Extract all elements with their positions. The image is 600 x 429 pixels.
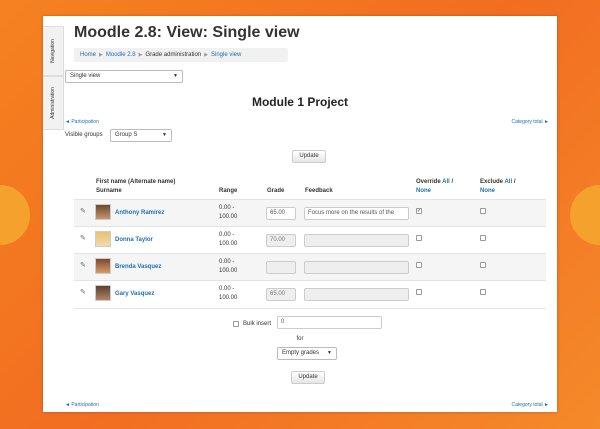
feedback-input[interactable]	[304, 234, 409, 247]
category-total-link-bottom[interactable]: Category total ►	[512, 402, 549, 408]
avatar	[95, 231, 111, 247]
edit-pencil-icon[interactable]: ✎	[80, 234, 86, 242]
feedback-column-header: Feedback	[305, 188, 333, 194]
exclude-none-link[interactable]: None	[480, 187, 515, 196]
bulk-insert-checkbox[interactable]	[233, 321, 239, 327]
range-from: 0.00 -	[219, 286, 235, 292]
feedback-input[interactable]	[304, 261, 409, 274]
participation-link-bottom[interactable]: ◄ Participation	[65, 402, 99, 408]
range-to: 100.00	[219, 268, 238, 274]
visible-groups-select[interactable]: Group S ▼	[110, 129, 172, 142]
grade-input[interactable]: 70.00	[266, 234, 296, 247]
override-column-header: Override All / None	[416, 178, 453, 196]
table-row: ✎ Anthony Ramirez 0.00 - 100.00 65.00 Foc…	[74, 199, 546, 227]
view-select-value: Single view	[70, 73, 101, 79]
breadcrumb-separator-icon: ▶	[138, 52, 143, 58]
breadcrumb-single-view[interactable]: Single view	[211, 52, 241, 58]
grade-range: 0.00 - 100.00	[219, 285, 237, 303]
range-column-header: Range	[219, 188, 238, 194]
exclude-column-header: Exclude All / None	[480, 178, 515, 196]
user-name-link[interactable]: Donna Taylor	[115, 237, 153, 243]
range-to: 100.00	[219, 214, 238, 220]
edit-pencil-icon[interactable]: ✎	[80, 288, 86, 296]
visible-groups-label: Visible groups	[65, 132, 103, 138]
override-checkbox[interactable]: ✓	[416, 208, 422, 214]
avatar	[95, 258, 111, 274]
grade-input[interactable]	[266, 261, 296, 274]
avatar	[95, 285, 111, 301]
grade-range: 0.00 - 100.00	[219, 258, 237, 276]
view-select[interactable]: Single view ▼	[65, 70, 183, 83]
moodle-page: Navigation Administration Moodle 2.8: Vi…	[43, 16, 557, 412]
breadcrumb-separator-icon: ▶	[204, 52, 208, 58]
edit-pencil-icon[interactable]: ✎	[80, 261, 86, 269]
range-to: 100.00	[219, 295, 238, 301]
feedback-input[interactable]	[304, 288, 409, 301]
exclude-slash: /	[513, 179, 516, 185]
range-from: 0.00 -	[219, 259, 235, 265]
name-header-line2[interactable]: Surname	[96, 187, 175, 196]
breadcrumb-separator-icon: ▶	[99, 52, 103, 58]
range-from: 0.00 -	[219, 205, 235, 211]
table-row: ✎ Gary Vasquez 0.00 - 100.00 65.00	[74, 280, 546, 309]
chevron-down-icon: ▼	[327, 350, 332, 356]
user-name-link[interactable]: Anthony Ramirez	[115, 210, 164, 216]
chevron-down-icon: ▼	[162, 132, 167, 138]
override-slash: /	[451, 179, 454, 185]
exclude-checkbox[interactable]	[480, 262, 486, 268]
range-from: 0.00 -	[219, 232, 235, 238]
bulk-for-label: for	[296, 336, 304, 342]
update-button-top[interactable]: Update	[292, 150, 326, 163]
table-row: ✎ Brenda Vasquez 0.00 - 100.00	[74, 253, 546, 281]
page-title: Moodle 2.8: View: Single view	[74, 24, 300, 41]
chevron-down-icon: ▼	[173, 73, 178, 79]
override-checkbox[interactable]	[416, 289, 422, 295]
update-button-bottom[interactable]: Update	[291, 371, 325, 384]
exclude-label: Exclude	[480, 179, 504, 185]
avatar	[95, 204, 111, 220]
override-checkbox[interactable]	[416, 262, 422, 268]
exclude-checkbox[interactable]	[480, 208, 486, 214]
background-circle-right	[570, 185, 600, 245]
bulk-insert-input[interactable]: 0	[277, 316, 382, 329]
bulk-for-value: Empty grades	[282, 350, 320, 356]
override-none-link[interactable]: None	[416, 187, 453, 196]
table-row: ✎ Donna Taylor 0.00 - 100.00 70.00	[74, 226, 546, 254]
override-checkbox[interactable]	[416, 235, 422, 241]
breadcrumb-grade-admin: Grade administration	[145, 52, 202, 58]
name-column-header: First name (Alternate name) Surname	[96, 178, 175, 196]
bulk-insert-label: Bulk insert	[243, 321, 272, 327]
dock-tab-navigation-label: Navigation	[50, 39, 56, 63]
checkmark-icon: ✓	[417, 208, 422, 214]
user-name-link[interactable]: Gary Vasquez	[115, 291, 154, 297]
breadcrumb: Home ▶ Moodle 2.8 ▶ Grade administration ▶ Sin…	[74, 48, 288, 62]
category-total-link[interactable]: Category total ►	[512, 119, 549, 125]
participation-link[interactable]: ◄ Participation	[65, 119, 99, 125]
exclude-all-link[interactable]: All	[504, 179, 512, 185]
dock-tab-navigation[interactable]: Navigation	[43, 26, 64, 76]
grade-item-heading: Module 1 Project	[251, 95, 349, 109]
override-all-link[interactable]: All	[442, 179, 450, 185]
breadcrumb-course[interactable]: Moodle 2.8	[106, 52, 136, 58]
name-header-line1[interactable]: First name (Alternate name)	[96, 178, 175, 187]
override-label: Override	[416, 179, 441, 185]
background-circle-left	[0, 185, 30, 245]
exclude-checkbox[interactable]	[480, 235, 486, 241]
edit-pencil-icon[interactable]: ✎	[80, 207, 86, 215]
feedback-input[interactable]: Focus more on the results of the	[304, 207, 409, 220]
bulk-for-select[interactable]: Empty grades ▼	[277, 347, 337, 360]
visible-groups-value: Group S	[115, 132, 138, 138]
grade-range: 0.00 - 100.00	[219, 204, 237, 222]
breadcrumb-home[interactable]: Home	[80, 52, 96, 58]
user-name-link[interactable]: Brenda Vasquez	[115, 264, 161, 270]
grade-range: 0.00 - 100.00	[219, 231, 237, 249]
exclude-checkbox[interactable]	[480, 289, 486, 295]
grade-input[interactable]: 65.00	[266, 288, 296, 301]
grade-column-header: Grade	[267, 188, 285, 194]
range-to: 100.00	[219, 241, 238, 247]
grade-input[interactable]: 65.00	[266, 207, 296, 220]
